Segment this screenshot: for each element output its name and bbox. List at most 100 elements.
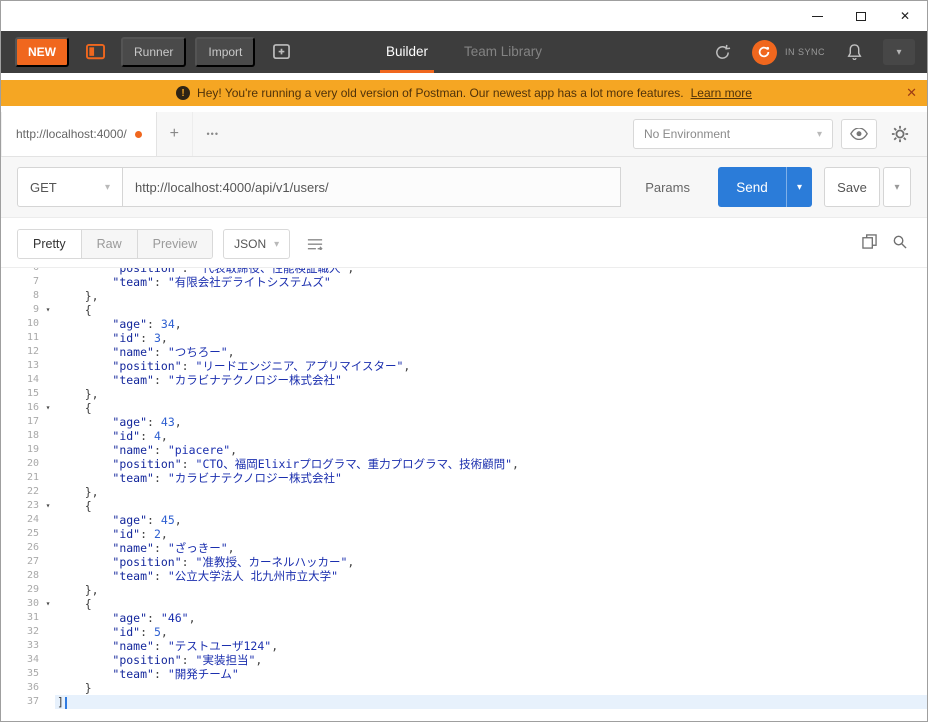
line-number: 29 <box>26 584 39 595</box>
code-lines: 6 "position": "代表取締役、性能検証職人", 7 "team": "… <box>1 267 927 709</box>
code-line: 11 "id": 3, <box>1 331 927 345</box>
code-text: "team": "公立大学法人 北九州市立大学" <box>112 569 339 583</box>
request-tab-strip: http://localhost:4000/ + ••• No Environm… <box>1 112 927 157</box>
code-line: 8 }, <box>1 289 927 303</box>
banner-close-button[interactable]: ✕ <box>906 80 917 106</box>
close-button[interactable]: ✕ <box>883 1 927 31</box>
method-select[interactable]: GET ▾ <box>17 167 123 207</box>
save-options-button[interactable]: ▾ <box>883 167 911 207</box>
tab-options-button[interactable]: ••• <box>193 112 233 156</box>
code-line: 36 } <box>1 681 927 695</box>
code-line: 21 "team": "カラビナテクノロジー株式会社" <box>1 471 927 485</box>
code-text: "age": "46", <box>112 611 196 625</box>
code-text: }, <box>57 485 99 499</box>
code-text: "team": "開発チーム" <box>112 667 239 681</box>
view-tab-raw[interactable]: Raw <box>81 230 138 258</box>
code-line: 7 "team": "有限会社デライトシステムズ" <box>1 275 927 289</box>
send-options-button[interactable]: ▾ <box>786 167 812 207</box>
line-number: 21 <box>26 472 39 483</box>
line-number: 30 <box>26 598 39 609</box>
code-line: 33 "name": "テストユーザ124", <box>1 639 927 653</box>
environment-preview-button[interactable] <box>841 119 877 149</box>
params-button[interactable]: Params <box>627 167 708 207</box>
response-body[interactable]: 6 "position": "代表取締役、性能検証職人", 7 "team": "… <box>1 267 927 721</box>
tab-builder[interactable]: Builder <box>372 31 442 73</box>
fold-toggle-icon[interactable]: ▾ <box>41 597 55 611</box>
header-left: NEW Runner Import <box>1 37 298 67</box>
code-line: 19 "name": "piacere", <box>1 443 927 457</box>
line-wrap-button[interactable] <box>300 229 330 259</box>
code-line: 30 ▾ { <box>1 597 927 611</box>
close-icon: ✕ <box>899 9 911 23</box>
line-number: 27 <box>26 556 39 567</box>
code-line: 18 "id": 4, <box>1 429 927 443</box>
format-select[interactable]: JSON ▾ <box>223 229 291 259</box>
maximize-icon <box>856 11 866 21</box>
runner-button[interactable]: Runner <box>121 37 187 67</box>
fold-toggle-icon[interactable]: ▾ <box>41 401 55 415</box>
request-tab[interactable]: http://localhost:4000/ <box>1 112 157 156</box>
tab-team-library[interactable]: Team Library <box>450 31 556 73</box>
settings-button[interactable] <box>885 119 915 149</box>
line-number: 24 <box>26 514 39 525</box>
code-text: { <box>57 499 92 513</box>
code-line: 37] <box>1 695 927 709</box>
line-number: 6 <box>32 267 39 273</box>
code-line: 26 "name": "ざっきー", <box>1 541 927 555</box>
code-text: "team": "カラビナテクノロジー株式会社" <box>112 471 342 485</box>
capture-button[interactable] <box>706 39 740 66</box>
url-input[interactable] <box>123 167 622 207</box>
code-text: "id": 3, <box>112 331 168 345</box>
code-text: "age": 34, <box>112 317 182 331</box>
view-tab-preview[interactable]: Preview <box>137 230 213 258</box>
send-button[interactable]: Send <box>718 167 786 207</box>
fold-toggle-icon[interactable]: ▾ <box>41 499 55 513</box>
sidebar-toggle-button[interactable] <box>78 39 112 66</box>
code-text: "position": "実装担当", <box>112 653 263 667</box>
account-menu-button[interactable]: ▾ <box>883 39 915 65</box>
sync-logo-button[interactable] <box>751 39 777 65</box>
bell-icon <box>846 43 862 60</box>
code-text: "position": "CTO、福岡Elixirプログラマ、重力プログラマ、技… <box>112 457 519 471</box>
line-number: 16 <box>26 402 39 413</box>
import-button[interactable]: Import <box>195 37 256 67</box>
save-button[interactable]: Save <box>824 167 880 207</box>
code-line: 14 "team": "カラビナテクノロジー株式会社" <box>1 373 927 387</box>
search-button[interactable] <box>892 234 907 254</box>
eye-icon <box>850 128 868 140</box>
learn-more-link[interactable]: Learn more <box>691 86 752 100</box>
code-text: { <box>57 303 92 317</box>
view-tab-pretty[interactable]: Pretty <box>18 230 82 258</box>
environment-select[interactable]: No Environment ▾ <box>633 119 833 149</box>
code-text: "age": 45, <box>112 513 182 527</box>
code-text: { <box>57 401 92 415</box>
line-number: 9 <box>32 304 39 315</box>
maximize-button[interactable] <box>839 1 883 31</box>
line-number: 35 <box>26 668 39 679</box>
copy-button[interactable] <box>862 234 877 254</box>
environment-value: No Environment <box>644 127 731 141</box>
new-button[interactable]: NEW <box>15 37 69 67</box>
new-window-button[interactable] <box>264 39 298 66</box>
fold-toggle-icon[interactable]: ▾ <box>41 303 55 317</box>
code-line: 31 "age": "46", <box>1 611 927 625</box>
notifications-button[interactable] <box>837 39 871 66</box>
line-number: 18 <box>26 430 39 441</box>
copy-icon <box>862 234 877 249</box>
line-number: 25 <box>26 528 39 539</box>
new-tab-button[interactable]: + <box>157 112 193 156</box>
sidebar-toggle-icon <box>85 44 105 60</box>
code-line: 15 }, <box>1 387 927 401</box>
response-view-toggle: Pretty Raw Preview <box>17 229 214 259</box>
line-number: 36 <box>26 682 39 693</box>
line-number: 19 <box>26 444 39 455</box>
minimize-button[interactable] <box>795 1 839 31</box>
